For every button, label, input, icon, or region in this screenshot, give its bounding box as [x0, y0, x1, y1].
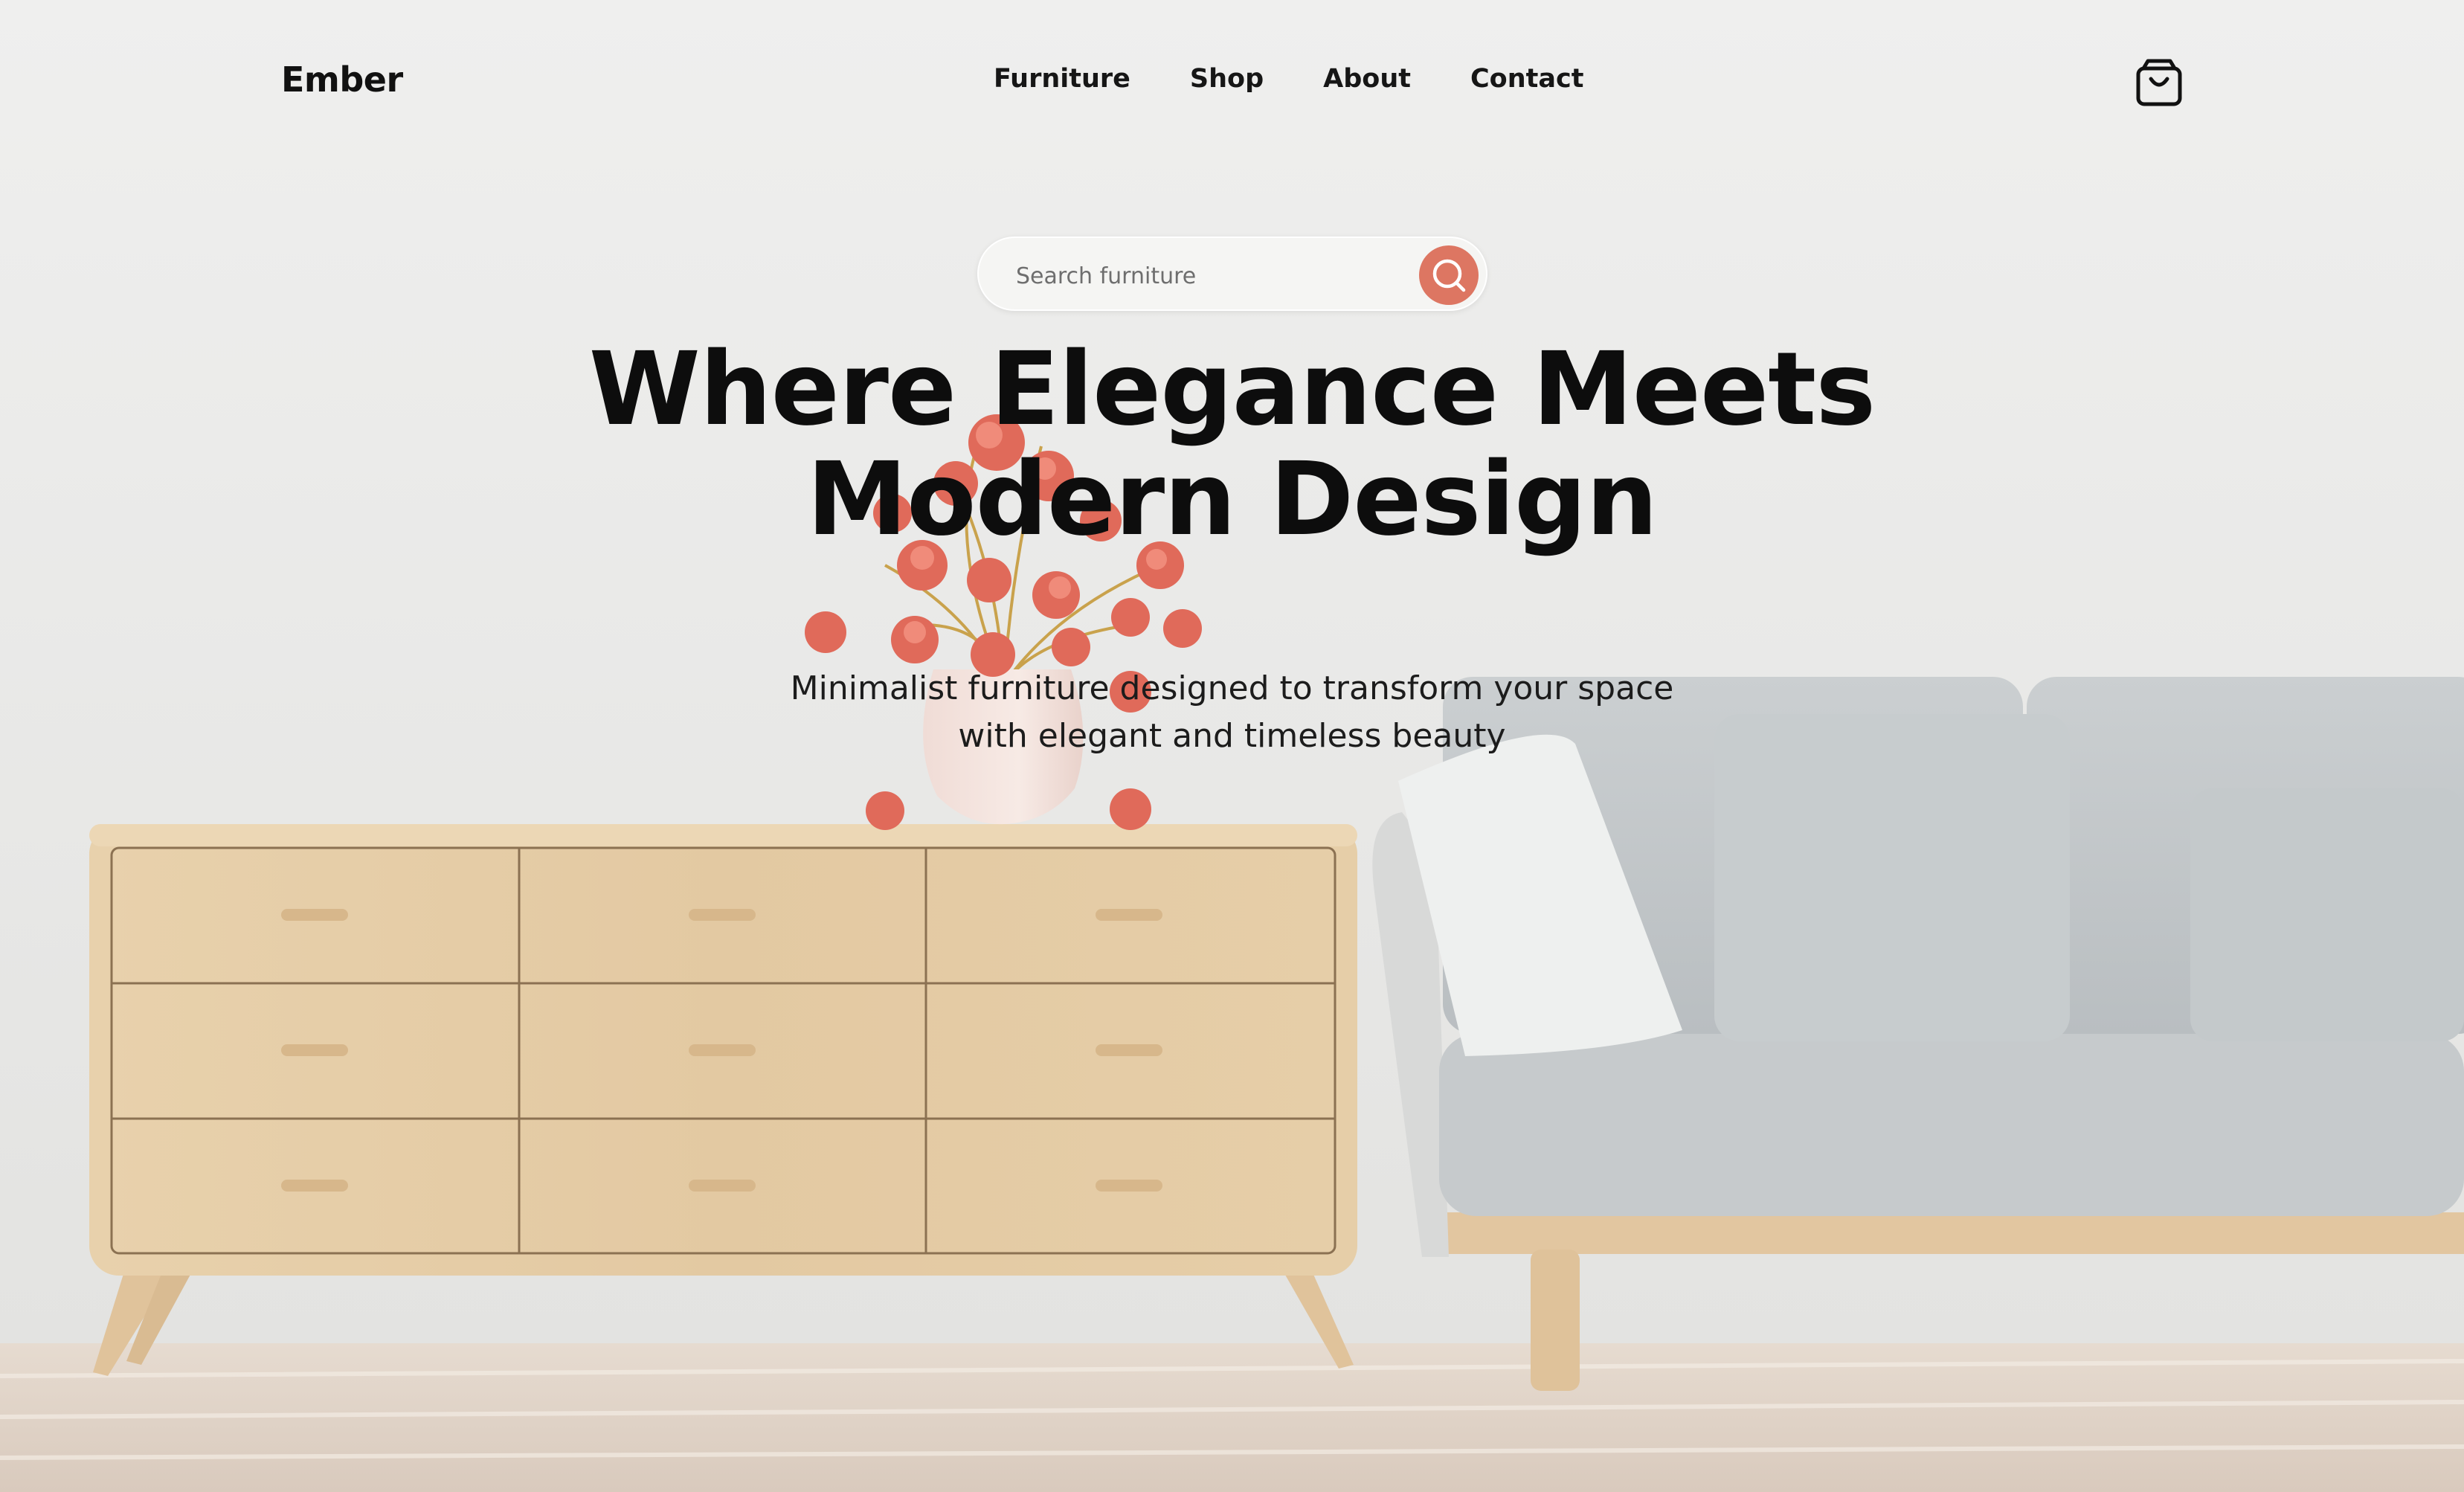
brand-logo[interactable]: Ember: [281, 60, 403, 100]
search-icon: [1432, 259, 1466, 292]
hero-title-line-2: Modern Design: [806, 441, 1658, 559]
hero-subtitle-line-2: with elegant and timeless beauty: [958, 717, 1506, 755]
hero-subtitle: Minimalist furniture designed to transfo…: [0, 665, 2464, 760]
nav-link-shop[interactable]: Shop: [1190, 64, 1264, 94]
search-input[interactable]: [1014, 257, 1404, 295]
nav-link-about[interactable]: About: [1323, 64, 1411, 94]
nav-link-contact[interactable]: Contact: [1470, 64, 1583, 94]
hero-title: Where Elegance Meets Modern Design: [0, 335, 2464, 555]
hero-title-line-1: Where Elegance Meets: [588, 331, 1876, 448]
search-bar: [977, 237, 1487, 311]
nav-link-furniture[interactable]: Furniture: [994, 64, 1130, 94]
top-navigation: Ember Furniture Shop About Contact: [0, 0, 2464, 171]
main-menu: Furniture Shop About Contact: [994, 64, 1583, 94]
shopping-bag-icon[interactable]: [2135, 57, 2184, 109]
hero-subtitle-line-1: Minimalist furniture designed to transfo…: [790, 669, 1674, 707]
search-button[interactable]: [1419, 245, 1479, 305]
